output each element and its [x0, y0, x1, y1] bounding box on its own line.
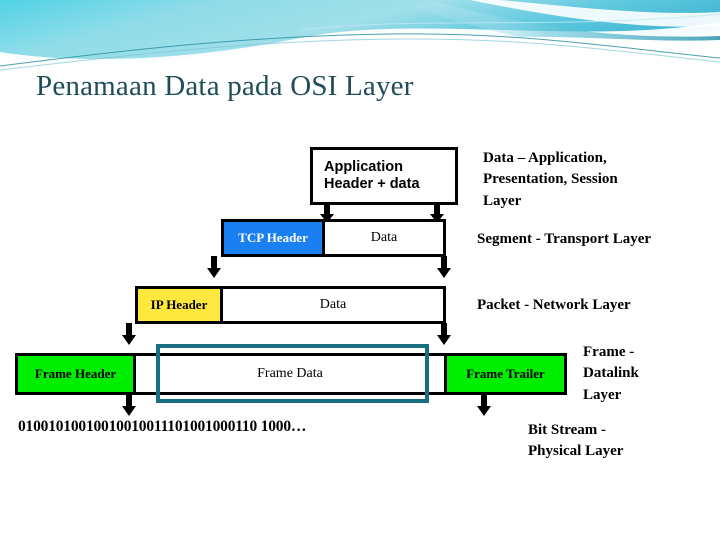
pdu-row-network: IP Header Data	[135, 286, 446, 324]
pdu-row-transport: TCP Header Data	[221, 219, 446, 257]
cell-tcp-header: TCP Header	[224, 222, 325, 254]
cell-transport-data: Data	[325, 222, 443, 254]
side-label-application: Data – Application, Presentation, Sessio…	[483, 150, 618, 209]
pdu-row-application: Application Header + data	[310, 147, 458, 205]
side-label-datalink: Frame - Datalink Layer	[583, 344, 639, 403]
side-label-network: Packet - Network Layer	[477, 297, 631, 313]
arrow-down-datalink-left	[120, 394, 138, 416]
side-label-transport: Segment - Transport Layer	[477, 231, 652, 247]
cell-application-header-data: Application Header + data	[313, 150, 455, 202]
arrow-down-network-left	[120, 323, 138, 345]
cell-frame-header: Frame Header	[18, 356, 136, 392]
arrow-down-network-right	[435, 323, 453, 345]
arrow-down-datalink-right	[475, 394, 493, 416]
arrow-down-transport-right	[435, 256, 453, 278]
cell-network-data: Data	[223, 289, 443, 321]
arrow-down-transport-left	[205, 256, 223, 278]
cell-ip-header: IP Header	[138, 289, 223, 321]
bit-stream-text: 01001010010010010011101001000110 1000…	[18, 418, 307, 435]
cell-frame-trailer: Frame Trailer	[444, 356, 564, 392]
frame-data-highlight	[156, 344, 429, 403]
side-label-physical: Bit Stream - Physical Layer	[528, 422, 624, 460]
